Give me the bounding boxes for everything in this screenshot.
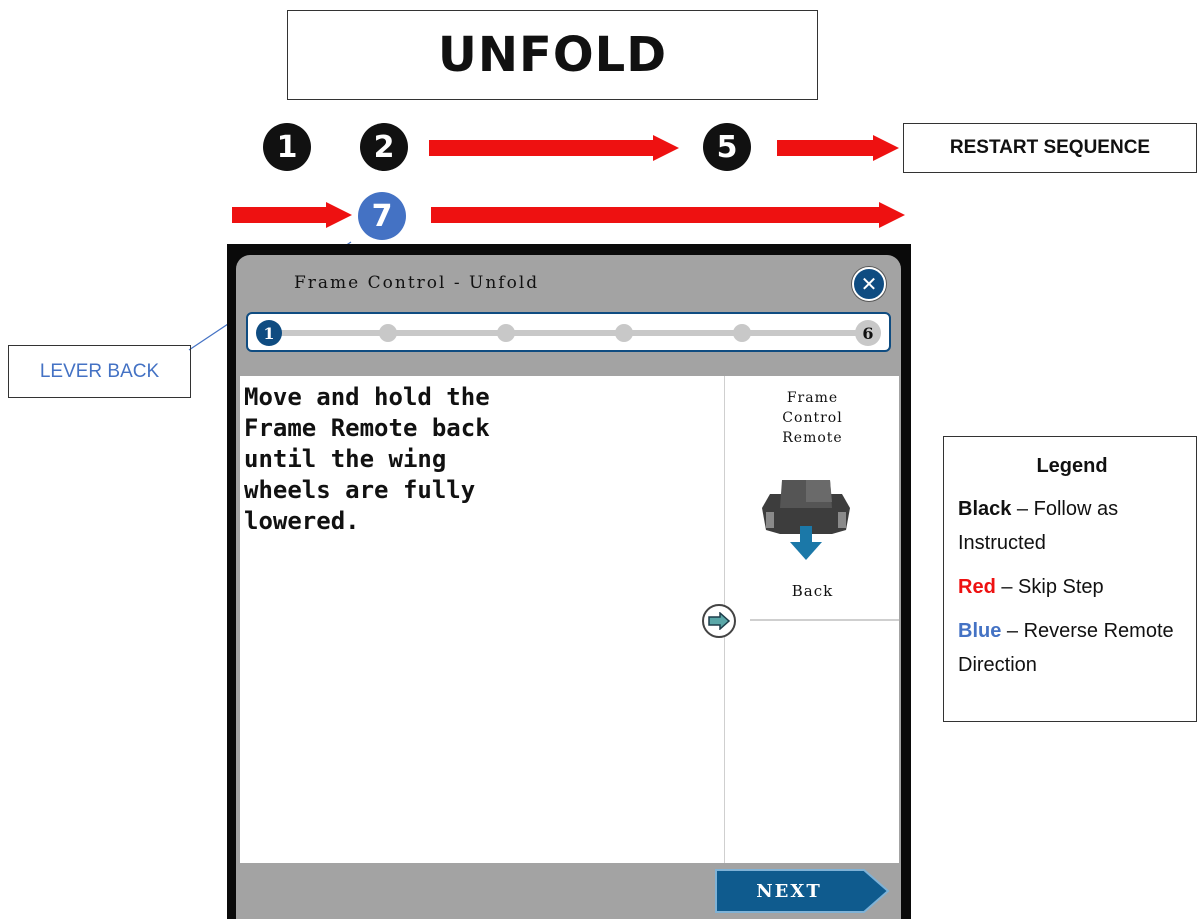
legend-key-black: Black	[958, 498, 1012, 520]
progress-dot	[733, 324, 751, 342]
screen-title: Frame Control - Unfold	[294, 273, 540, 293]
lever-back-label: LEVER BACK	[8, 345, 191, 398]
instruction-text: Move and hold the Frame Remote back unti…	[244, 383, 490, 535]
close-icon: ✕	[860, 272, 878, 296]
legend: Legend Black – Follow as Instructed Red …	[943, 436, 1197, 722]
step-5-circle: 5	[703, 123, 751, 171]
step-progress-bar: 1 6	[246, 312, 891, 352]
arrow-right-button[interactable]	[702, 604, 736, 638]
legend-key-blue: Blue	[958, 620, 1002, 642]
arrow-right-icon	[708, 612, 731, 630]
device-frame: Frame Control - Unfold ✕ 1 6 Move and ho…	[227, 244, 911, 919]
content-area: Move and hold the Frame Remote back unti…	[240, 376, 899, 863]
skip-arrow-2-to-5	[429, 135, 679, 161]
skip-arrow-5-to-restart	[777, 135, 899, 161]
progress-dot	[615, 324, 633, 342]
next-button[interactable]: NEXT	[714, 868, 890, 914]
step-7-circle: 7	[358, 192, 406, 240]
progress-dot	[497, 324, 515, 342]
divider	[750, 619, 899, 621]
frame-remote-icon	[762, 480, 850, 560]
arrow-into-7	[232, 202, 352, 228]
legend-key-red: Red	[958, 576, 996, 598]
frame-control-screen: Frame Control - Unfold ✕ 1 6 Move and ho…	[236, 255, 901, 919]
page-title: UNFOLD	[437, 27, 668, 83]
legend-item-blue: Blue – Reverse Remote Direction	[958, 614, 1186, 682]
next-button-label: NEXT	[756, 880, 822, 902]
remote-direction-label: Back	[791, 582, 834, 600]
progress-track	[270, 330, 867, 336]
legend-title: Legend	[1036, 455, 1108, 477]
progress-current-step: 1	[256, 320, 282, 346]
title-box: UNFOLD	[287, 10, 818, 100]
close-button[interactable]: ✕	[852, 267, 886, 301]
skip-arrow-from-7	[431, 202, 905, 228]
legend-item-black: Black – Follow as Instructed	[958, 492, 1186, 560]
legend-item-red: Red – Skip Step	[958, 570, 1186, 604]
step-2-circle: 2	[360, 123, 408, 171]
step-1-circle: 1	[263, 123, 311, 171]
remote-panel-label: Frame Control Remote	[782, 390, 843, 446]
restart-sequence-box: RESTART SEQUENCE	[903, 123, 1197, 173]
progress-dot	[379, 324, 397, 342]
progress-last-step: 6	[855, 320, 881, 346]
legend-text-red: – Skip Step	[995, 576, 1104, 598]
